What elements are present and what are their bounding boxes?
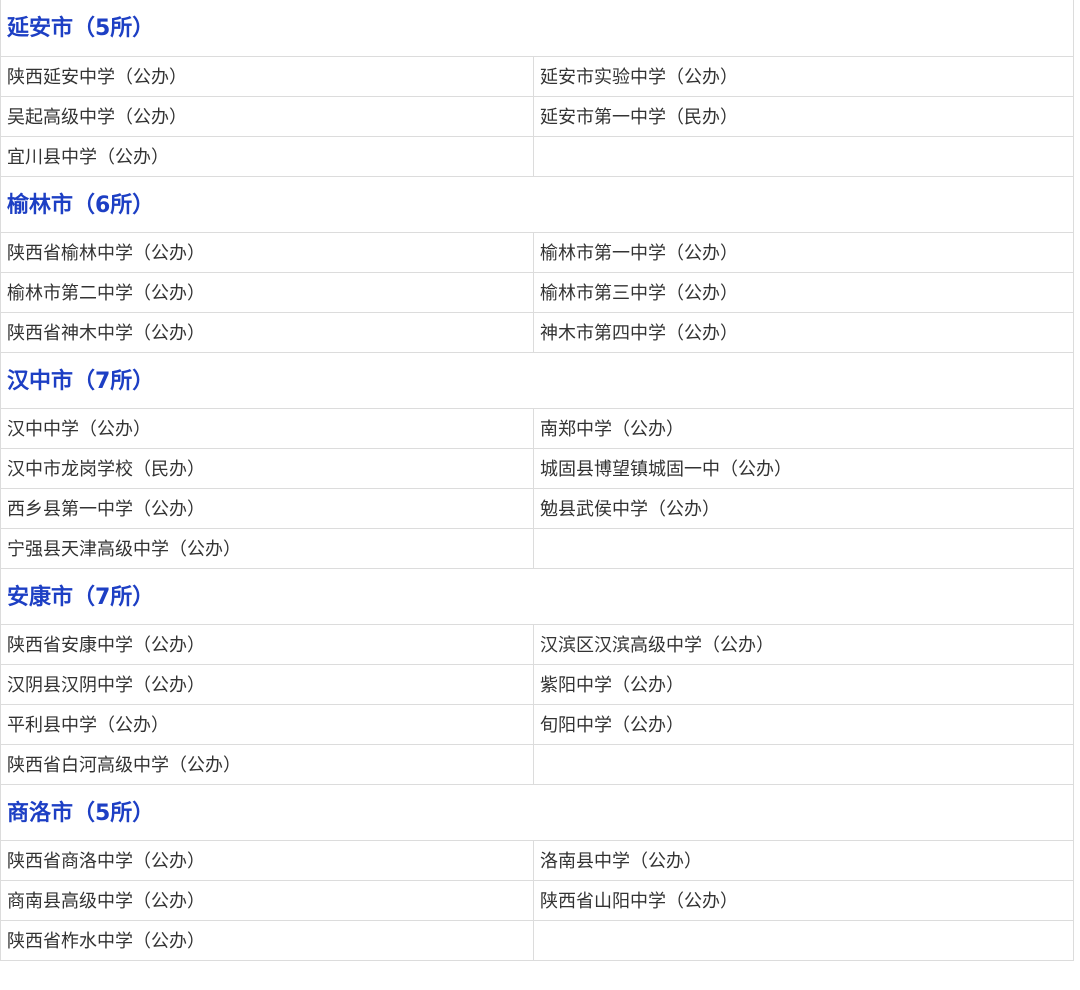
school-cell: 宜川县中学（公办） (0, 135, 534, 177)
empty-cell (533, 743, 1074, 785)
school-cell: 汉中中学（公办） (0, 407, 534, 449)
school-row: 汉阴县汉阴中学（公办） 紫阳中学（公办） (0, 663, 1074, 705)
school-cell: 陕西延安中学（公办） (0, 55, 534, 97)
school-cell: 汉中市龙岗学校（民办） (0, 447, 534, 489)
school-row: 陕西省商洛中学（公办） 洛南县中学（公办） (0, 839, 1074, 881)
school-cell: 陕西省神木中学（公办） (0, 311, 534, 353)
city-header-row: 安康市（7所） (0, 567, 1074, 625)
school-cell: 神木市第四中学（公办） (533, 311, 1074, 353)
school-cell: 城固县博望镇城固一中（公办） (533, 447, 1074, 489)
school-cell: 陕西省商洛中学（公办） (0, 839, 534, 881)
school-cell: 陕西省山阳中学（公办） (533, 879, 1074, 921)
school-row: 平利县中学（公办） 旬阳中学（公办） (0, 703, 1074, 745)
school-row: 商南县高级中学（公办） 陕西省山阳中学（公办） (0, 879, 1074, 921)
school-cell: 汉阴县汉阴中学（公办） (0, 663, 534, 705)
school-cell: 榆林市第一中学（公办） (533, 231, 1074, 273)
empty-cell (533, 527, 1074, 569)
school-cell: 榆林市第二中学（公办） (0, 271, 534, 313)
city-header-row: 榆林市（6所） (0, 175, 1074, 233)
school-list-body: 延安市（5所） 陕西延安中学（公办） 延安市实验中学（公办） 吴起高级中学（公办… (0, 0, 1074, 961)
school-list-table: 延安市（5所） 陕西延安中学（公办） 延安市实验中学（公办） 吴起高级中学（公办… (0, 0, 1074, 961)
school-row: 陕西省柞水中学（公办） (0, 919, 1074, 961)
city-heading: 汉中市（7所） (0, 351, 1074, 409)
city-header-row: 汉中市（7所） (0, 351, 1074, 409)
city-header-row: 商洛市（5所） (0, 783, 1074, 841)
city-header-row: 延安市（5所） (0, 0, 1074, 57)
school-cell: 勉县武侯中学（公办） (533, 487, 1074, 529)
school-cell: 陕西省白河高级中学（公办） (0, 743, 534, 785)
school-row: 陕西省神木中学（公办） 神木市第四中学（公办） (0, 311, 1074, 353)
school-row: 吴起高级中学（公办） 延安市第一中学（民办） (0, 95, 1074, 137)
school-row: 西乡县第一中学（公办） 勉县武侯中学（公办） (0, 487, 1074, 529)
school-cell: 陕西省柞水中学（公办） (0, 919, 534, 961)
city-heading: 榆林市（6所） (0, 175, 1074, 233)
school-cell: 陕西省安康中学（公办） (0, 623, 534, 665)
school-row: 汉中市龙岗学校（民办） 城固县博望镇城固一中（公办） (0, 447, 1074, 489)
school-row: 陕西省榆林中学（公办） 榆林市第一中学（公办） (0, 231, 1074, 273)
city-heading: 延安市（5所） (0, 0, 1074, 57)
school-cell: 榆林市第三中学（公办） (533, 271, 1074, 313)
school-cell: 紫阳中学（公办） (533, 663, 1074, 705)
school-cell: 延安市实验中学（公办） (533, 55, 1074, 97)
city-heading: 商洛市（5所） (0, 783, 1074, 841)
school-row: 汉中中学（公办） 南郑中学（公办） (0, 407, 1074, 449)
school-cell: 南郑中学（公办） (533, 407, 1074, 449)
school-row: 榆林市第二中学（公办） 榆林市第三中学（公办） (0, 271, 1074, 313)
school-cell: 西乡县第一中学（公办） (0, 487, 534, 529)
school-cell: 平利县中学（公办） (0, 703, 534, 745)
city-heading: 安康市（7所） (0, 567, 1074, 625)
school-cell: 延安市第一中学（民办） (533, 95, 1074, 137)
school-row: 陕西省白河高级中学（公办） (0, 743, 1074, 785)
school-row: 宁强县天津高级中学（公办） (0, 527, 1074, 569)
school-row: 陕西延安中学（公办） 延安市实验中学（公办） (0, 55, 1074, 97)
school-cell: 洛南县中学（公办） (533, 839, 1074, 881)
school-cell: 陕西省榆林中学（公办） (0, 231, 534, 273)
empty-cell (533, 919, 1074, 961)
school-row: 陕西省安康中学（公办） 汉滨区汉滨高级中学（公办） (0, 623, 1074, 665)
school-cell: 宁强县天津高级中学（公办） (0, 527, 534, 569)
school-cell: 吴起高级中学（公办） (0, 95, 534, 137)
empty-cell (533, 135, 1074, 177)
school-cell: 汉滨区汉滨高级中学（公办） (533, 623, 1074, 665)
school-cell: 旬阳中学（公办） (533, 703, 1074, 745)
school-cell: 商南县高级中学（公办） (0, 879, 534, 921)
school-row: 宜川县中学（公办） (0, 135, 1074, 177)
